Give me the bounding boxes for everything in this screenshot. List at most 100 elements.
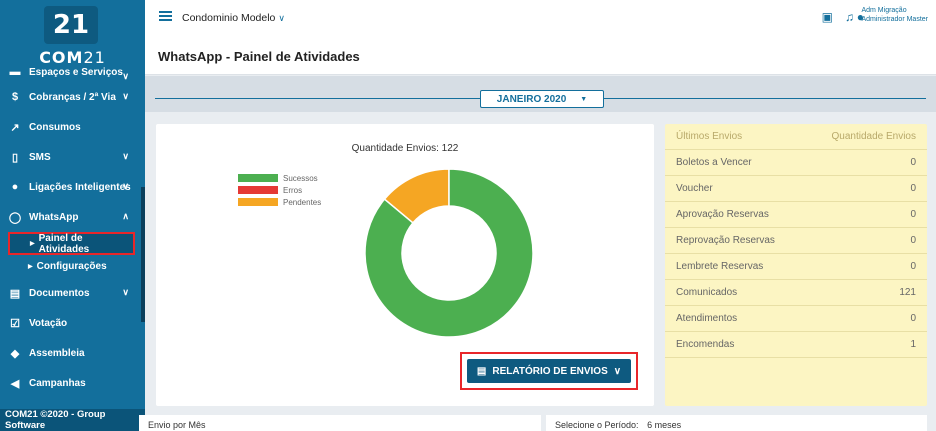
table-row: Boletos a Vencer 0 xyxy=(665,150,927,176)
sidebar-item[interactable]: ▬ Espaços e Serviços ∨ xyxy=(0,62,145,82)
barcode-icon: $ xyxy=(11,91,19,103)
month-selector[interactable]: JANEIRO 2020 ▼ xyxy=(480,90,604,108)
legend-item[interactable]: Erros xyxy=(238,184,321,196)
triangle-right-icon: ▶ xyxy=(30,241,35,247)
row-label: Atendimentos xyxy=(676,313,738,324)
gavel-icon: ◆ xyxy=(10,347,20,360)
sidebar-item[interactable]: ☑ Votação xyxy=(0,308,145,338)
chevron-icon: ∨ xyxy=(122,71,129,81)
row-value: 0 xyxy=(910,157,916,168)
row-value: 0 xyxy=(910,235,916,246)
user-name: Adm Migração xyxy=(861,7,907,14)
sidebar-item-label: Documentos xyxy=(29,287,90,299)
legend-swatch xyxy=(238,186,278,194)
sidebar-item[interactable]: ◆ Assembleia xyxy=(0,338,145,368)
sidebar-item-label: Consumos xyxy=(29,121,81,133)
legend-swatch xyxy=(238,198,278,206)
bell-icon[interactable]: ♫ xyxy=(845,10,854,24)
table-row: Aprovação Reservas 0 xyxy=(665,202,927,228)
chevron-icon: ∨ xyxy=(122,287,129,297)
sidebar-item-label: Cobranças / 2ª Via xyxy=(29,91,116,103)
chevron-icon: ∨ xyxy=(122,91,129,101)
row-value: 0 xyxy=(910,183,916,194)
legend-label: Sucessos xyxy=(283,173,318,183)
condo-selector[interactable]: Condominio Modelo ∨ xyxy=(182,12,285,24)
sidebar-item-label: WhatsApp xyxy=(29,211,79,223)
whatsapp-icon: ◯ xyxy=(8,211,22,224)
row-value: 1 xyxy=(910,339,916,350)
megaphone-icon: ◀ xyxy=(10,377,20,390)
trend-icon: ↗ xyxy=(10,121,20,134)
legend-item[interactable]: Sucessos xyxy=(238,172,321,184)
sidebar-item[interactable]: ▯ SMS ∨ xyxy=(0,142,145,172)
chart-title: Quantidade Envios: 122 xyxy=(351,143,459,154)
month-band: JANEIRO 2020 ▼ xyxy=(145,76,936,112)
sidebar-item-label: SMS xyxy=(29,151,51,163)
row-value: 0 xyxy=(910,261,916,272)
page-header: WhatsApp - Painel de Atividades xyxy=(145,35,936,75)
sofa-icon: ▬ xyxy=(9,66,21,78)
sidebar-item[interactable]: ◀ Campanhas xyxy=(0,368,145,398)
sidebar-item[interactable]: ◯ WhatsApp ∧ xyxy=(0,202,145,232)
row-value: 0 xyxy=(910,313,916,324)
triangle-right-icon: ▶ xyxy=(28,264,33,270)
row-label: Reprovação Reservas xyxy=(676,235,775,246)
monthly-panel-title: Envio por Mês xyxy=(148,420,206,430)
caret-down-icon: ▼ xyxy=(580,95,588,103)
sidebar-item[interactable]: ↗ Consumos xyxy=(0,112,145,142)
legend-item[interactable]: Pendentes xyxy=(238,196,321,208)
sidebar-item-label: Espaços e Serviços xyxy=(29,66,123,78)
sidebar: 21 COM21 ▬ Espaços e Serviços ∨ $ Cobranças … xyxy=(0,0,145,431)
legend-swatch xyxy=(238,174,278,182)
period-panel: Selecione o Período: 6 meses xyxy=(546,415,927,431)
sidebar-subitem-label: Configurações xyxy=(36,261,107,272)
row-value: 0 xyxy=(910,209,916,220)
user-role: Administrador Master xyxy=(861,16,928,23)
period-label: Selecione o Período: xyxy=(555,420,639,430)
ballot-icon: ☑ xyxy=(10,317,20,330)
monthly-panel: Envio por Mês xyxy=(139,415,541,431)
header-value: Quantidade Envios xyxy=(831,131,916,142)
legend-label: Erros xyxy=(283,185,303,195)
chart-legend: Sucessos Erros Pendentes xyxy=(238,172,321,208)
sidebar-item-label: Ligações Inteligentes xyxy=(29,181,131,193)
chart-card: Quantidade Envios: 122 Sucessos Erros Pend… xyxy=(156,124,654,406)
row-label: Voucher xyxy=(676,183,713,194)
period-select[interactable]: 6 meses xyxy=(647,420,681,430)
sidebar-nav: ▬ Espaços e Serviços ∨ $ Cobranças / 2ª Via ∨… xyxy=(0,62,145,398)
logo-mark: 21 xyxy=(44,6,98,44)
sidebar-item-label: Assembleia xyxy=(29,347,85,359)
sidebar-scrollbar[interactable] xyxy=(141,187,145,322)
document-icon: ▤ xyxy=(9,287,21,300)
table-row: Atendimentos 0 xyxy=(665,306,927,332)
sidebar-subitem[interactable]: ▶ Configurações xyxy=(0,255,145,278)
phone-icon: ▯ xyxy=(11,151,19,164)
chevron-icon: ∧ xyxy=(122,211,129,221)
chevron-down-icon: ∨ xyxy=(613,365,622,377)
row-value: 121 xyxy=(899,287,916,298)
row-label: Encomendas xyxy=(676,339,735,350)
row-label: Aprovação Reservas xyxy=(676,209,769,220)
user-info[interactable]: Adm Migração Administrador Master xyxy=(861,6,928,24)
sidebar-item[interactable]: ● Ligações Inteligentes ∨ xyxy=(0,172,145,202)
id-card-icon[interactable]: ▣ xyxy=(822,10,833,24)
header-label: Últimos Envios xyxy=(676,131,743,142)
table-header: Últimos Envios Quantidade Envios xyxy=(665,124,927,150)
menu-icon[interactable] xyxy=(159,11,172,21)
sidebar-item-label: Campanhas xyxy=(29,377,86,389)
row-label: Lembrete Reservas xyxy=(676,261,764,272)
sidebar-item[interactable]: $ Cobranças / 2ª Via ∨ xyxy=(0,82,145,112)
row-label: Boletos a Vencer xyxy=(676,157,752,168)
mic-icon: ● xyxy=(11,181,19,193)
report-button-label: RELATÓRIO DE ENVIOS xyxy=(492,365,608,377)
chevron-down-icon: ∨ xyxy=(278,13,285,23)
table-row: Reprovação Reservas 0 xyxy=(665,228,927,254)
table-row: Voucher 0 xyxy=(665,176,927,202)
report-button-highlight: ▤ RELATÓRIO DE ENVIOS ∨ xyxy=(460,352,638,390)
report-button[interactable]: ▤ RELATÓRIO DE ENVIOS ∨ xyxy=(467,359,631,383)
chevron-icon: ∨ xyxy=(122,181,129,191)
sidebar-item[interactable]: ▤ Documentos ∨ xyxy=(0,278,145,308)
month-value: JANEIRO 2020 xyxy=(496,93,567,105)
sidebar-subitem[interactable]: ▶ Painel de Atividades xyxy=(8,232,135,255)
sidebar-subitem-label: Painel de Atividades xyxy=(38,232,90,255)
